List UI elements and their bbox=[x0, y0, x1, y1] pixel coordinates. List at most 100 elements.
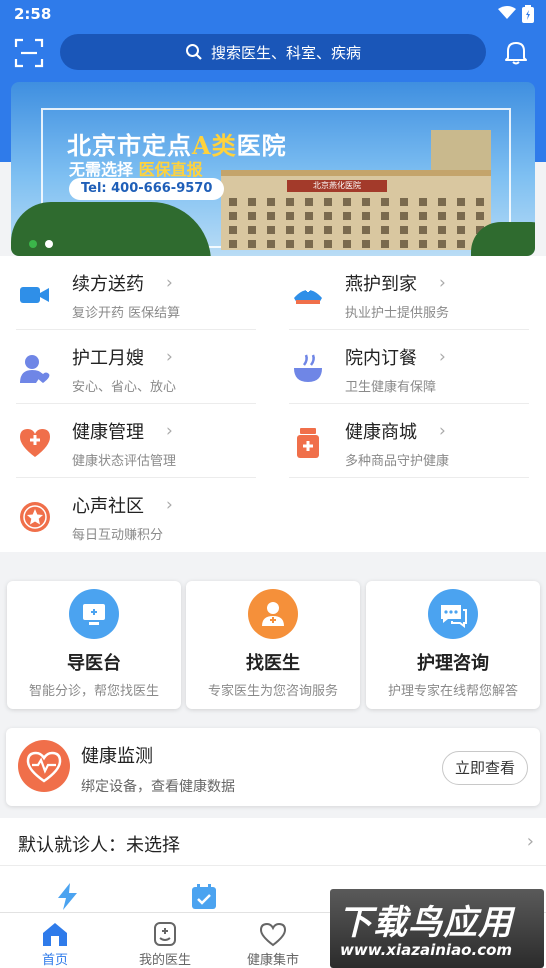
service-desc: 卫生健康有保障 bbox=[345, 380, 437, 395]
building-window bbox=[343, 198, 351, 206]
notification-button[interactable] bbox=[502, 38, 530, 66]
service-item-prescription[interactable]: 续方送药 › 复诊开药 医保结算 bbox=[16, 256, 256, 330]
card-title: 护理咨询 bbox=[417, 653, 489, 674]
card-nursing-consult[interactable]: 护理咨询 护理专家在线帮您解答 bbox=[366, 581, 540, 709]
building-window bbox=[381, 198, 389, 206]
building-window bbox=[267, 198, 275, 206]
service-name: 护工月嫂 bbox=[72, 348, 144, 369]
service-item-caregiver[interactable]: 护工月嫂 › 安心、省心、放心 bbox=[16, 330, 256, 404]
building-window bbox=[419, 226, 427, 234]
card-desc: 智能分诊，帮您找医生 bbox=[28, 684, 159, 699]
lightning-icon[interactable] bbox=[54, 882, 82, 910]
scan-button[interactable] bbox=[14, 38, 44, 68]
building-window bbox=[400, 212, 408, 220]
building-window bbox=[229, 198, 237, 206]
banner-phone: Tel: 400-666-9570 bbox=[69, 178, 225, 200]
building-window bbox=[267, 212, 275, 220]
building-window bbox=[248, 226, 256, 234]
caregiver-icon bbox=[20, 355, 50, 383]
health-monitor-card[interactable]: 健康监测 绑定设备，查看健康数据 立即查看 bbox=[6, 728, 540, 806]
building-window bbox=[457, 240, 465, 248]
building-window bbox=[229, 212, 237, 220]
service-desc: 每日互动赚积分 bbox=[72, 528, 164, 543]
banner-subtitle: 无需选择 医保直报 bbox=[69, 160, 203, 179]
nurse-cap-icon bbox=[294, 288, 322, 304]
building-window bbox=[324, 226, 332, 234]
default-patient-label: 默认就诊人：未选择 bbox=[18, 835, 180, 856]
heart-outline-icon bbox=[259, 922, 287, 947]
building-window bbox=[419, 212, 427, 220]
building-window bbox=[362, 226, 370, 234]
service-item-community[interactable]: 心声社区 › 每日互动赚积分 bbox=[16, 478, 256, 552]
tab-label: 我的医生 bbox=[138, 953, 191, 968]
tab-my-doctor[interactable]: 我的医生 bbox=[110, 913, 220, 968]
view-now-button[interactable]: 立即查看 bbox=[442, 751, 528, 785]
card-icon-circle bbox=[248, 589, 298, 639]
building-window bbox=[286, 240, 294, 248]
carousel-dot-active[interactable] bbox=[29, 240, 37, 248]
service-name: 院内订餐 bbox=[345, 348, 417, 369]
service-item-health-mall[interactable]: 健康商城 › 多种商品守护健康 bbox=[289, 404, 529, 478]
service-item-meal-order[interactable]: 院内订餐 › 卫生健康有保障 bbox=[289, 330, 529, 404]
building-window bbox=[381, 226, 389, 234]
status-bar: 2:58 bbox=[0, 0, 546, 28]
heart-monitor-icon bbox=[18, 740, 70, 792]
monitor-title: 健康监测 bbox=[81, 746, 153, 767]
building-window bbox=[476, 198, 484, 206]
tab-label: 首页 bbox=[41, 953, 68, 968]
calendar-icon[interactable] bbox=[190, 882, 218, 910]
chevron-right-icon: › bbox=[439, 421, 446, 441]
building-window bbox=[305, 198, 313, 206]
service-desc: 安心、省心、放心 bbox=[72, 380, 177, 395]
building-window bbox=[343, 226, 351, 234]
service-item-health-management[interactable]: 健康管理 › 健康状态评估管理 bbox=[16, 404, 256, 478]
building-sign: 北京燕化医院 bbox=[287, 180, 387, 192]
monitor-icon bbox=[83, 604, 105, 625]
building-window bbox=[343, 212, 351, 220]
banner-trees bbox=[11, 202, 211, 256]
building-window bbox=[305, 212, 313, 220]
card-guide-desk[interactable]: 导医台 智能分诊，帮您找医生 bbox=[7, 581, 181, 709]
divider bbox=[289, 477, 529, 478]
building-window bbox=[248, 212, 256, 220]
building-window bbox=[248, 198, 256, 206]
search-bar[interactable]: 搜索医生、科室、疾病 bbox=[60, 34, 486, 70]
card-desc: 护理专家在线帮您解答 bbox=[387, 684, 518, 699]
building-window bbox=[286, 212, 294, 220]
my-doctor-icon bbox=[154, 922, 176, 946]
tab-home[interactable]: 首页 bbox=[0, 913, 110, 968]
building-window bbox=[267, 240, 275, 248]
watermark-main: 下载鸟应用 bbox=[338, 903, 513, 943]
building-window bbox=[419, 198, 427, 206]
battery-icon bbox=[522, 5, 534, 23]
hospital-banner[interactable]: 北京燕化医院 北京市定点A类医院 无需选择 医保直报 Tel: 400-666-… bbox=[11, 82, 535, 256]
building-window bbox=[305, 240, 313, 248]
building-window bbox=[248, 240, 256, 248]
services-grid: 续方送药 › 复诊开药 医保结算 燕护到家 › 执业护士提供服务 护工月嫂 › … bbox=[0, 256, 546, 552]
building-window bbox=[419, 240, 427, 248]
building-window bbox=[286, 226, 294, 234]
card-icon-circle bbox=[428, 589, 478, 639]
building-window bbox=[400, 240, 408, 248]
meal-bowl-icon bbox=[294, 354, 322, 382]
building-window bbox=[457, 198, 465, 206]
card-find-doctor[interactable]: 找医生 专家医生为您咨询服务 bbox=[186, 581, 360, 709]
tab-label: 健康集市 bbox=[246, 953, 299, 968]
service-name: 燕护到家 bbox=[345, 274, 417, 295]
building-window bbox=[476, 212, 484, 220]
service-name: 健康商城 bbox=[345, 422, 417, 443]
default-patient-row[interactable]: 默认就诊人：未选择 › bbox=[0, 818, 546, 866]
tab-health-market[interactable]: 健康集市 bbox=[218, 913, 328, 968]
carousel-dot[interactable] bbox=[45, 240, 53, 248]
chat-icon bbox=[441, 605, 467, 628]
bell-icon bbox=[505, 42, 527, 65]
wifi-icon bbox=[498, 6, 516, 19]
building-window bbox=[362, 212, 370, 220]
chevron-right-icon: › bbox=[166, 347, 173, 367]
service-name: 续方送药 bbox=[72, 274, 144, 295]
service-item-home-nursing[interactable]: 燕护到家 › 执业护士提供服务 bbox=[289, 256, 529, 330]
building-window bbox=[438, 198, 446, 206]
video-camera-icon bbox=[20, 287, 49, 303]
chevron-right-icon: › bbox=[439, 347, 446, 367]
building-window bbox=[438, 240, 446, 248]
